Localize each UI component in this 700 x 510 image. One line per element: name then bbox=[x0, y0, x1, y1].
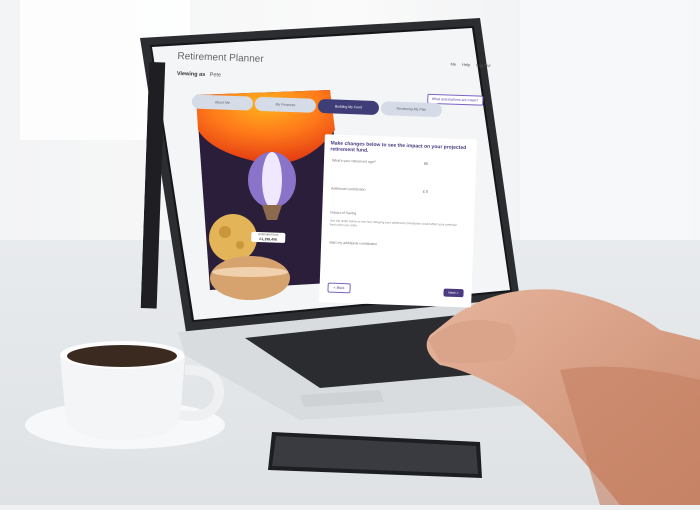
impact-title: Impact of Saving bbox=[330, 210, 357, 216]
progress-steps: About Me My Finances Building My Fund Re… bbox=[191, 94, 443, 118]
step-my-finances[interactable]: My Finances bbox=[254, 96, 317, 113]
app-title: Retirement Planner bbox=[177, 50, 264, 65]
header-link-help[interactable]: Help bbox=[462, 62, 470, 67]
header-links: Me Help Log Out bbox=[450, 62, 490, 68]
back-button[interactable]: < Back bbox=[327, 282, 351, 294]
retirement-age-value[interactable]: 65 bbox=[424, 162, 428, 166]
estimated-fund-tag: Estimated fund £1,198,406 bbox=[251, 231, 286, 243]
extra-contribution-value[interactable]: £ 0 bbox=[423, 190, 428, 194]
viewing-label: Viewing as bbox=[176, 70, 206, 78]
header-link-logout[interactable]: Log Out bbox=[476, 62, 490, 67]
estimated-fund-value: £1,198,406 bbox=[259, 237, 278, 242]
panel-heading: Make changes below to see the impact on … bbox=[330, 140, 467, 154]
retirement-age-label: What's your retirement age? bbox=[331, 158, 376, 165]
step-about-me[interactable]: About Me bbox=[191, 94, 254, 111]
viewing-as: Viewing as Pete bbox=[177, 71, 221, 79]
settings-panel: Make changes below to see the impact on … bbox=[319, 134, 477, 308]
step-building-my-fund[interactable]: Building My Fund bbox=[317, 98, 380, 116]
impact-text: Use the slider below to see how delaying… bbox=[329, 218, 457, 228]
extra-contribution-label: Additional contribution bbox=[330, 186, 366, 192]
viewing-name: Pete bbox=[209, 72, 222, 79]
laptop-screen-ui: Retirement Planner Me Help Log Out Viewi… bbox=[140, 40, 505, 320]
header-link-me[interactable]: Me bbox=[450, 62, 456, 67]
next-button[interactable]: Next > bbox=[443, 288, 464, 298]
start-contribution-label: Start my additional contribution bbox=[329, 240, 378, 247]
step-reviewing-my-plan[interactable]: Reviewing My Plan bbox=[380, 101, 443, 118]
